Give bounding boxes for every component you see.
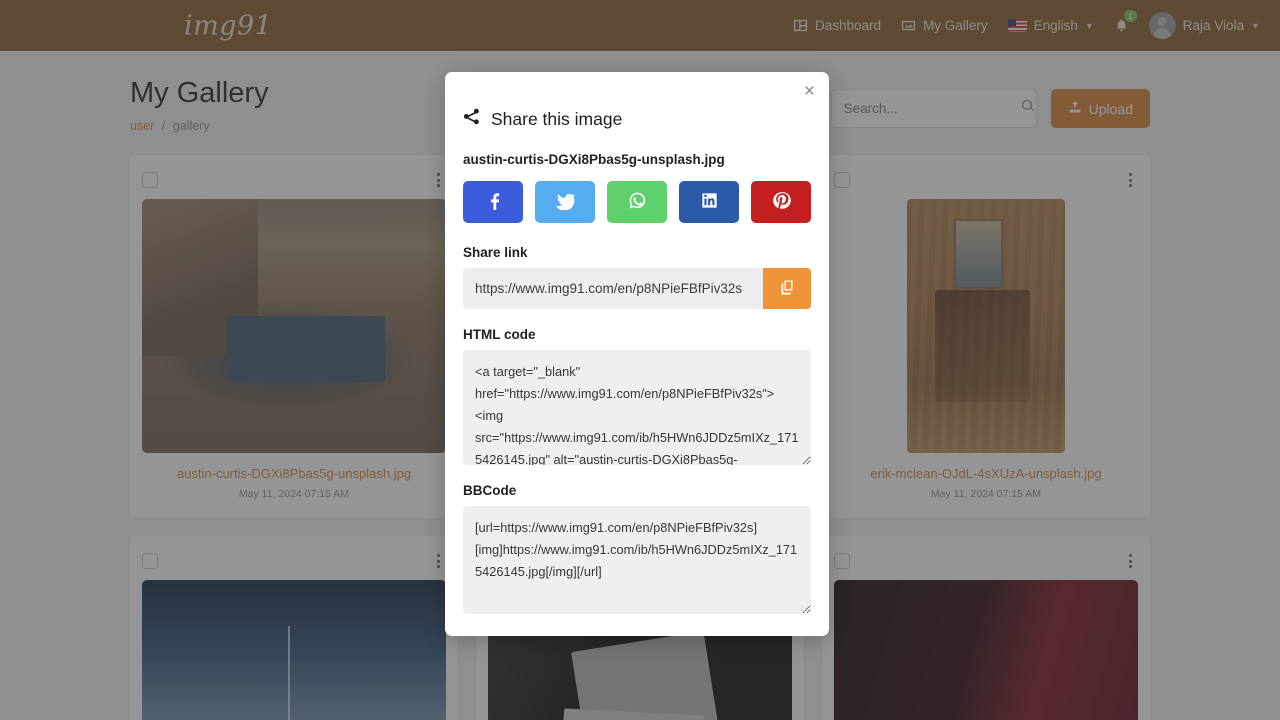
social-share-buttons <box>463 181 811 223</box>
bbcode-textarea[interactable] <box>463 506 811 614</box>
pinterest-icon <box>772 191 791 213</box>
share-whatsapp-button[interactable] <box>607 181 667 223</box>
twitter-icon <box>555 191 575 213</box>
copy-link-button[interactable] <box>763 268 811 309</box>
share-link-label: Share link <box>463 245 528 260</box>
share-linkedin-button[interactable] <box>679 181 739 223</box>
share-link-input[interactable] <box>463 268 763 309</box>
bbcode-label: BBCode <box>463 483 517 498</box>
share-link-row <box>463 268 811 309</box>
modal-filename: austin-curtis-DGXi8Pbas5g-unsplash.jpg <box>463 152 725 167</box>
linkedin-icon <box>700 191 719 213</box>
share-nodes-icon <box>463 108 480 130</box>
copy-icon <box>779 279 795 298</box>
share-facebook-button[interactable] <box>463 181 523 223</box>
modal-title-text: Share this image <box>491 108 623 129</box>
close-icon[interactable]: × <box>804 82 815 101</box>
modal-title: Share this image <box>463 90 811 130</box>
share-image-modal: × Share this image austin-curtis-DGXi8Pb… <box>445 72 829 636</box>
html-code-label: HTML code <box>463 327 536 342</box>
app-root: img91 Dashboard My Gallery English <box>0 0 1280 720</box>
facebook-icon <box>484 191 503 213</box>
html-code-textarea[interactable] <box>463 350 811 465</box>
whatsapp-icon <box>628 191 647 213</box>
share-twitter-button[interactable] <box>535 181 595 223</box>
share-pinterest-button[interactable] <box>751 181 811 223</box>
